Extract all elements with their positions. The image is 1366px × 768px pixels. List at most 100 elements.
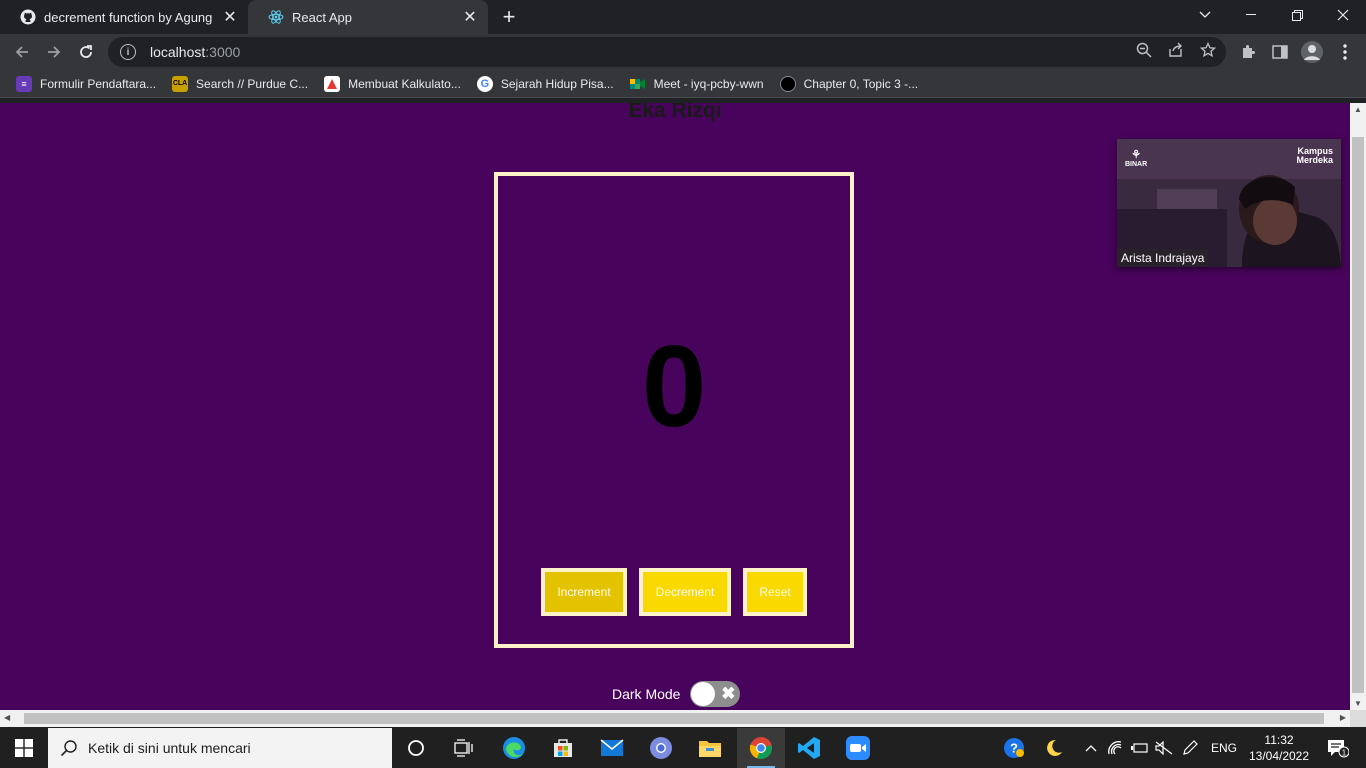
bookmark-purdue[interactable]: CLA Search // Purdue C... — [166, 70, 314, 98]
mail-icon[interactable] — [588, 728, 636, 768]
video-call-tile[interactable]: ⚘ BINAR Kampus Merdeka Arista Indrajaya — [1117, 139, 1341, 267]
search-icon — [60, 739, 78, 757]
bookmark-label: Sejarah Hidup Pisa... — [500, 76, 614, 91]
toggle-knob — [691, 682, 716, 706]
minimize-window-button[interactable] — [1228, 0, 1274, 30]
decrement-button[interactable]: Decrement — [639, 568, 731, 616]
bookmark-label: Meet - iyq-pcby-wwn — [653, 76, 764, 91]
scroll-up-icon[interactable]: ▲ — [1354, 105, 1362, 114]
counter-card: 0 Increment Decrement Reset — [494, 172, 854, 648]
profile-avatar[interactable] — [1300, 40, 1324, 64]
scroll-right-icon[interactable]: ▶ — [1340, 713, 1346, 722]
forms-icon: ≡ — [16, 75, 32, 92]
browser-toolbar: i localhost:3000 — [0, 34, 1366, 70]
counter-value: 0 — [641, 321, 707, 451]
bookmarks-bar: ≡ Formulir Pendaftara... CLA Search // P… — [0, 70, 1366, 98]
circle-icon — [779, 75, 796, 92]
close-tab-icon[interactable]: ✕ — [460, 7, 480, 27]
windows-logo-icon — [15, 739, 33, 757]
vertical-scroll-thumb[interactable] — [1352, 137, 1364, 693]
windows-taskbar: Ketik di sini untuk mencari ? ENG 11:32 … — [0, 728, 1366, 768]
meet-icon — [629, 76, 646, 92]
page-viewport: Eka Rizqi 0 Increment Decrement Reset Da… — [0, 103, 1350, 710]
browser-tab-strip: decrement function by AgungAd ✕ React Ap… — [0, 0, 1366, 34]
night-light-icon[interactable] — [1040, 728, 1068, 768]
notification-count: 1 — [1342, 749, 1347, 758]
toggle-off-icon: ✖ — [721, 684, 736, 703]
scroll-down-icon[interactable]: ▼ — [1354, 699, 1362, 708]
bookmark-star-icon[interactable] — [1199, 41, 1217, 59]
chrome-taskbar-icon[interactable] — [737, 728, 785, 768]
bookmark-formulir[interactable]: ≡ Formulir Pendaftara... — [10, 70, 162, 98]
tab-title: decrement function by AgungAd — [44, 9, 212, 25]
vertical-scrollbar[interactable]: ▲ ▼ — [1350, 103, 1366, 710]
restore-window-button[interactable] — [1274, 0, 1320, 30]
tab-github[interactable]: decrement function by AgungAd ✕ — [0, 0, 248, 34]
binar-mark-icon: ⚘ — [1131, 149, 1142, 161]
share-icon[interactable] — [1167, 41, 1185, 59]
clock-date: 13/04/2022 — [1248, 749, 1310, 763]
bookmark-label: Formulir Pendaftara... — [40, 76, 157, 91]
back-button[interactable] — [9, 39, 35, 65]
react-icon — [268, 9, 284, 25]
dark-mode-label: Dark Mode — [612, 686, 681, 702]
close-tab-icon[interactable]: ✕ — [220, 7, 240, 27]
tab-title: React App — [292, 9, 352, 25]
participant-name: Arista Indrajaya — [1117, 249, 1209, 267]
scrollbar-corner — [1350, 710, 1366, 727]
bookmark-meet[interactable]: Meet - iyq-pcby-wwn — [624, 70, 770, 98]
cla-icon: CLA — [172, 75, 189, 92]
zoom-app-icon[interactable] — [834, 728, 882, 768]
bookmark-label: Chapter 0, Topic 3 -... — [803, 76, 919, 91]
tab-react-app[interactable]: React App ✕ — [248, 0, 488, 34]
taskbar-search-box[interactable]: Ketik di sini untuk mencari — [48, 728, 392, 768]
bookmark-chapter[interactable]: Chapter 0, Topic 3 -... — [774, 70, 925, 98]
browser-menu-icon[interactable] — [1336, 43, 1354, 61]
start-button[interactable] — [0, 728, 48, 768]
language-indicator[interactable]: ENG — [1206, 728, 1242, 768]
file-explorer-icon[interactable] — [686, 728, 734, 768]
cortana-icon[interactable] — [392, 728, 440, 768]
increment-button[interactable]: Increment — [541, 568, 627, 616]
tab-search-chevron-icon[interactable] — [1182, 0, 1228, 30]
kampus-merdeka-logo: Kampus Merdeka — [1296, 147, 1333, 165]
notification-center-icon[interactable]: 1 — [1318, 728, 1358, 768]
task-view-icon[interactable] — [440, 728, 488, 768]
system-clock[interactable]: 11:32 13/04/2022 — [1248, 732, 1310, 764]
address-bar[interactable]: i localhost:3000 — [108, 37, 1226, 67]
show-hidden-icons-chevron[interactable] — [1080, 728, 1102, 768]
zoom-icon[interactable] — [1135, 41, 1153, 59]
url-host: localhost — [150, 44, 206, 60]
horizontal-scrollbar[interactable]: ◀ ▶ — [0, 710, 1350, 727]
store-icon[interactable] — [539, 728, 587, 768]
dark-mode-toggle[interactable]: ✖ — [690, 681, 741, 707]
vscode-icon[interactable] — [785, 728, 833, 768]
binar-logo-text: BINAR — [1125, 161, 1148, 169]
new-tab-button[interactable]: + — [497, 4, 521, 29]
google-icon: G — [476, 75, 493, 92]
github-icon — [20, 9, 36, 25]
reload-button[interactable] — [73, 39, 99, 65]
clock-time: 11:32 — [1264, 733, 1294, 747]
reset-button[interactable]: Reset — [743, 568, 807, 616]
bookmark-kalkulator[interactable]: Membuat Kalkulato... — [318, 70, 467, 98]
search-placeholder: Ketik di sini untuk mencari — [88, 740, 251, 756]
logo-text-line-2: Merdeka — [1296, 155, 1333, 165]
pen-icon[interactable] — [1178, 728, 1202, 768]
bookmark-sejarah[interactable]: G Sejarah Hidup Pisa... — [471, 70, 620, 98]
site-info-icon[interactable]: i — [120, 44, 136, 60]
close-window-button[interactable] — [1320, 0, 1366, 30]
scroll-left-icon[interactable]: ◀ — [4, 713, 10, 722]
forward-button[interactable] — [41, 39, 67, 65]
battery-icon[interactable] — [1128, 728, 1152, 768]
side-panel-icon[interactable] — [1271, 43, 1289, 61]
edge-icon[interactable] — [490, 728, 538, 768]
binar-logo: ⚘ BINAR — [1125, 149, 1147, 169]
horizontal-scroll-thumb[interactable] — [24, 713, 1324, 724]
chromium-icon[interactable] — [637, 728, 685, 768]
volume-muted-icon[interactable] — [1152, 728, 1176, 768]
help-icon[interactable]: ? — [1000, 728, 1028, 768]
bookmark-label: Search // Purdue C... — [196, 76, 309, 91]
extensions-icon[interactable] — [1239, 43, 1257, 61]
wifi-icon[interactable] — [1104, 728, 1128, 768]
